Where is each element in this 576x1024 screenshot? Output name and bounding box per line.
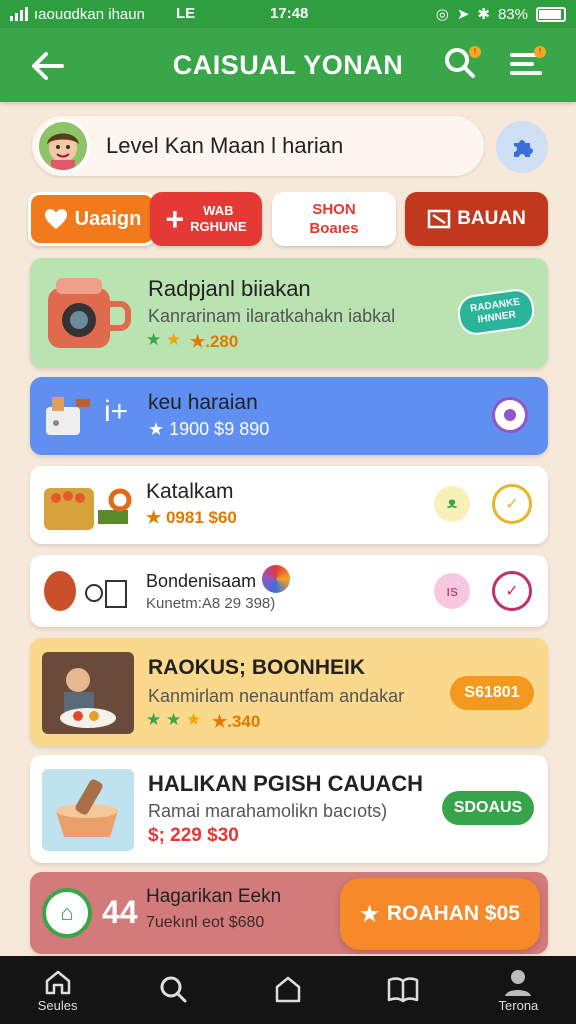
card-subtitle: 7uekınl eot $680 — [146, 914, 265, 931]
nav-search[interactable] — [115, 956, 230, 1024]
card-price: ★.280 — [190, 332, 239, 351]
ticket-icon — [427, 209, 451, 229]
count-label: 44 — [102, 894, 138, 930]
card-price: $; 229 $30 — [148, 825, 239, 846]
action-label-4: BAUAN — [457, 208, 526, 229]
pink-button[interactable]: ıs — [434, 573, 470, 609]
card-title: HALIKAN PGISH CAUACH — [148, 771, 423, 796]
signal-icon — [10, 7, 28, 21]
book-icon — [387, 977, 419, 1003]
status-bar: ıaouɑdkan ihaun 17:48 LE ◎ ➤ ✱ 83% — [0, 0, 576, 28]
chef-photo-icon — [42, 652, 134, 734]
clock: 17:48 — [270, 5, 309, 22]
rating-stars: ★ ★ — [146, 330, 182, 349]
action-label-3b: Boaıes — [309, 220, 359, 237]
toaster-icon — [46, 397, 90, 435]
pink-button-label: ıs — [446, 582, 458, 600]
card-title: Katalkam — [146, 480, 234, 503]
avatar — [36, 119, 90, 173]
action-button-3[interactable]: SHON Boaıes — [272, 192, 396, 246]
level-text: Level Kan Maan l harian — [106, 133, 344, 158]
seeds-icon — [44, 571, 127, 611]
list-item-3[interactable]: Katalkam ★ 0981 $60 ᴥ ✓ — [30, 466, 548, 544]
battery-percent: 83% — [497, 5, 528, 23]
plant-badge-icon: ⌂ — [42, 888, 92, 938]
nav-label-profile: Terona — [498, 997, 539, 1013]
star-icon: ★ — [360, 902, 379, 926]
page-title: CAISUAL YONAN — [172, 50, 404, 80]
menu-notification-dot: ! — [534, 46, 546, 58]
avatar-face-icon — [39, 122, 87, 170]
action-label-1: Uaaign — [74, 207, 142, 230]
cta-button[interactable]: ★ ROAHAN $05 — [340, 878, 540, 950]
list-item-1[interactable]: Radpjanl biiakan Kanrarinam ilaratkahakn… — [30, 258, 548, 368]
nav-label-home: Seules — [37, 997, 78, 1013]
puzzle-icon — [514, 140, 533, 157]
cta-label: ROAHAN $05 — [386, 902, 520, 925]
menu-button[interactable]: ! — [508, 46, 546, 84]
nav-profile[interactable]: Terona — [461, 956, 576, 1024]
list-item-5[interactable]: RAOKUS; BOONHEIK Kanmirlam nenauntfam an… — [30, 638, 548, 746]
search-icon — [160, 976, 187, 1003]
check-icon: ✓ — [505, 583, 519, 600]
info-plus-icon: i+ — [104, 395, 129, 428]
mortar-icon — [42, 769, 134, 851]
search-button[interactable]: ! — [443, 46, 481, 84]
wifi-icon: ◎ — [435, 6, 449, 23]
nav-house[interactable] — [230, 956, 345, 1024]
check-button[interactable]: ✓ — [492, 571, 532, 611]
check-button[interactable]: ✓ — [492, 484, 532, 524]
profile-icon — [505, 969, 532, 996]
sprout-button[interactable]: ᴥ — [434, 486, 470, 522]
card-subtitle: Kanrarinam ilaratkahakn iabkal — [148, 306, 396, 326]
card-title: Hagarikan Eekn — [146, 886, 282, 907]
bottom-nav: Seules Terona — [0, 956, 576, 1024]
card-price: ★ 0981 $60 — [146, 508, 237, 527]
network-label: LE — [176, 5, 196, 22]
home-icon — [45, 970, 70, 994]
list-item-2[interactable]: i+ keu haraian ★ 1900 $9 890 — [30, 377, 548, 455]
sprout-icon: ᴥ — [447, 495, 457, 512]
action-button-4[interactable]: BAUAN — [405, 192, 548, 246]
card-subtitle: Kanmirlam nenauntfam andakar — [148, 686, 405, 706]
dot-icon — [504, 409, 516, 421]
location-icon: ➤ — [456, 6, 470, 23]
action-label-3a: SHON — [312, 201, 356, 218]
nav-home[interactable]: Seules — [0, 956, 115, 1024]
record-button[interactable] — [492, 397, 528, 433]
card-price: ★ 1900 $9 890 — [148, 419, 270, 439]
level-bar[interactable]: Level Kan Maan l harian — [32, 116, 484, 176]
check-icon: ✓ — [505, 496, 519, 513]
list-item-6[interactable]: HALIKAN PGISH CAUACH Ramai marahamolikn … — [30, 755, 548, 863]
card-title: Radpjanl biiakan — [148, 276, 311, 301]
card-subtitle: Kunetm:A8 29 398) — [146, 595, 276, 612]
nav-book[interactable] — [346, 956, 461, 1024]
heart-icon — [44, 208, 67, 229]
camera-icon — [48, 278, 131, 348]
card-title: Bondenisaam — [146, 571, 257, 591]
card-title: keu haraian — [148, 391, 258, 414]
price-badge[interactable]: S61801 — [450, 676, 534, 710]
rating-stars: ★ ★ ★ — [146, 710, 202, 729]
list-item-4[interactable]: Bondenisaam Kunetm:A8 29 398) ıs ✓ — [30, 555, 548, 627]
plus-icon: + — [165, 200, 185, 237]
action-label-2b: RGHUNE — [190, 219, 247, 234]
bluetooth-icon: ✱ — [477, 6, 490, 23]
action-button-2[interactable]: + WAB RGHUNE — [150, 192, 262, 246]
battery-icon — [536, 6, 566, 22]
puzzle-button[interactable] — [496, 121, 548, 173]
app-bar: CAISUAL YONAN ! ! — [0, 28, 576, 102]
card-price: ★.340 — [212, 712, 261, 731]
action-label-2a: WAB — [203, 203, 234, 218]
search-notification-dot: ! — [469, 46, 481, 58]
colorwheel-icon — [262, 565, 290, 593]
action-button-1[interactable]: Uaaign — [28, 192, 156, 246]
basket-icon — [44, 488, 132, 530]
house-icon — [275, 976, 301, 1003]
bonus-badge[interactable]: SDOAUS — [442, 791, 534, 825]
card-subtitle: Ramai marahamolikn bacıots) — [148, 801, 388, 821]
winner-badge: RADANKE IHNNER — [455, 286, 537, 338]
carrier-name: ıaouɑdkan ihaun — [34, 5, 145, 23]
card-title: RAOKUS; BOONHEIK — [148, 656, 366, 679]
